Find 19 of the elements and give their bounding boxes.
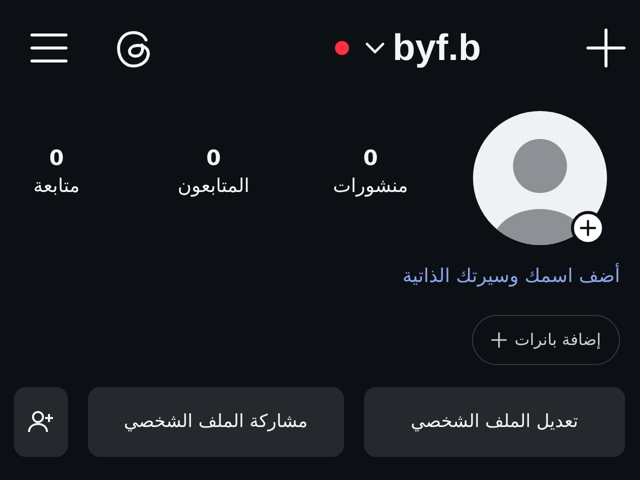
add-photo-icon[interactable] bbox=[571, 211, 605, 245]
stat-count[interactable]: 0 bbox=[206, 146, 221, 172]
add-person-button[interactable] bbox=[14, 386, 68, 456]
stat-label[interactable]: منشورات bbox=[332, 171, 408, 202]
plus-icon[interactable] bbox=[586, 28, 626, 68]
add-banners-button[interactable]: إضافة بانرات bbox=[472, 314, 620, 364]
stat-label[interactable]: متابعة bbox=[33, 171, 80, 202]
menu-icon[interactable] bbox=[30, 32, 68, 64]
person-plus-icon bbox=[28, 410, 54, 434]
stat-count[interactable]: 0 bbox=[363, 146, 378, 172]
stat-label[interactable]: المتابعون bbox=[178, 171, 250, 202]
username[interactable]: byf.b bbox=[392, 29, 481, 66]
chevron-down-icon[interactable] bbox=[364, 42, 385, 54]
stat-count[interactable]: 0 bbox=[49, 146, 64, 172]
avatar[interactable] bbox=[473, 111, 607, 245]
edit-profile-button[interactable]: تعديل الملف الشخصي bbox=[364, 386, 625, 456]
share-profile-button[interactable]: مشاركة الملف الشخصي bbox=[88, 386, 344, 456]
bio-link[interactable]: أضف اسمك وسيرتك الذاتية bbox=[402, 245, 640, 290]
plus-icon bbox=[490, 332, 507, 348]
